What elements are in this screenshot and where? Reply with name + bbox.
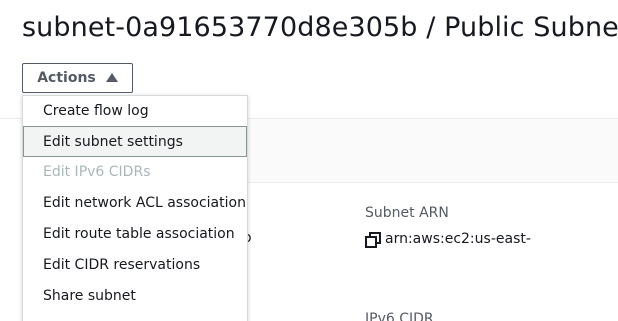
actions-dropdown-button[interactable]: Actions (22, 63, 133, 93)
subnet-arn-value: arn:aws:ec2:us-east- (385, 231, 531, 247)
details-panel-header (230, 119, 618, 183)
ipv6-cidr-label: IPv6 CIDR (365, 311, 434, 321)
menu-item-share-subnet[interactable]: Share subnet (23, 281, 247, 312)
menu-item-edit-cidr-reservations[interactable]: Edit CIDR reservations (23, 250, 247, 281)
menu-item-edit-route-table-association[interactable]: Edit route table association (23, 219, 247, 250)
actions-button-label: Actions (37, 70, 96, 86)
subnet-details-page: subnet-0a91653770d8e305b / Public Subnet… (0, 0, 618, 321)
subnet-arn-value-row: arn:aws:ec2:us-east- (365, 231, 531, 248)
menu-item-create-flow-log[interactable]: Create flow log (23, 96, 247, 127)
menu-item-edit-ipv6-cidrs: Edit IPv6 CIDRs (43, 164, 151, 180)
subnet-arn-label: Subnet ARN (365, 205, 449, 221)
actions-dropdown-menu: Create flow log Edit subnet settings Edi… (22, 95, 248, 321)
copy-icon[interactable] (365, 232, 381, 248)
menu-item-edit-network-acl-association[interactable]: Edit network ACL association (23, 188, 247, 219)
caret-up-icon (105, 73, 118, 82)
page-title: subnet-0a91653770d8e305b / Public Subnet (22, 12, 618, 43)
menu-item-edit-subnet-settings[interactable]: Edit subnet settings (23, 126, 247, 157)
